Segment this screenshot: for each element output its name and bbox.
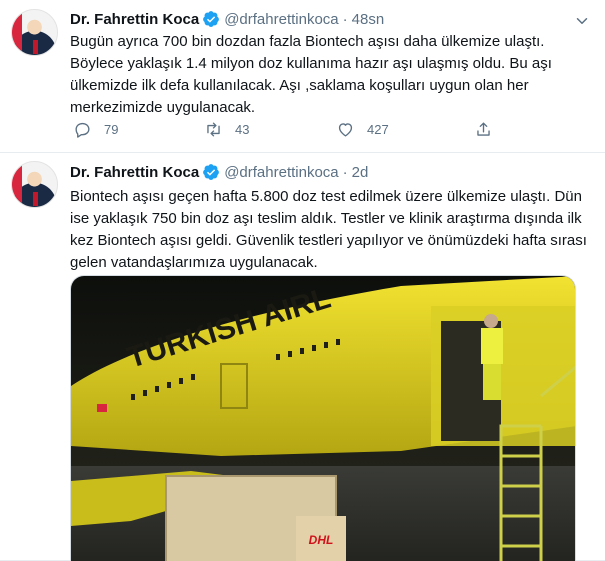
heart-icon [338,123,353,137]
tweet-media-photo[interactable]: DHL TURKISH AIRL [70,275,576,561]
avatar[interactable] [11,9,58,56]
timestamp[interactable]: 48sn [352,11,385,28]
share-icon [477,122,490,136]
tweet[interactable]: Dr. Fahrettin Koca @drfahrettinkoca · 2d… [0,153,605,561]
reply-count: 79 [104,122,119,137]
airplane-photo: DHL TURKISH AIRL [71,276,575,561]
timestamp[interactable]: 2d [352,164,369,181]
retweet-count: 43 [235,122,250,137]
verified-icon [203,164,220,180]
author-handle[interactable]: @drfahrettinkoca [224,164,338,181]
tweet[interactable]: Dr. Fahrettin Koca @drfahrettinkoca · 48… [0,0,605,153]
tweet-header: Dr. Fahrettin Koca @drfahrettinkoca · 2d [70,163,368,181]
retweet-button[interactable]: 43 [204,120,249,139]
avatar[interactable] [11,161,58,208]
separator: · [342,10,348,28]
author-name[interactable]: Dr. Fahrettin Koca [70,164,199,181]
flag-stripe [12,162,22,207]
like-count: 427 [367,122,389,137]
author-handle[interactable]: @drfahrettinkoca [224,11,338,28]
tweet-header: Dr. Fahrettin Koca @drfahrettinkoca · 48… [70,10,384,28]
separator: · [342,163,348,181]
reply-button[interactable]: 79 [73,120,118,139]
tie [33,192,38,206]
tweet-actions: 79 43 427 [70,120,500,140]
verified-icon [203,11,220,27]
cargo-label: DHL [309,533,334,547]
like-button[interactable]: 427 [336,120,389,139]
chevron-down-icon[interactable] [573,12,591,30]
reply-icon [75,122,90,138]
tweet-text: Biontech aşısı geçen hafta 5.800 doz tes… [70,188,587,271]
flag-stripe [12,10,22,55]
author-name[interactable]: Dr. Fahrettin Koca [70,11,199,28]
share-button[interactable] [474,120,505,139]
retweet-icon [207,122,220,137]
tweet-text: Bugün ayrıca 700 bin dozdan fazla Bionte… [70,33,552,116]
tie [33,40,38,54]
